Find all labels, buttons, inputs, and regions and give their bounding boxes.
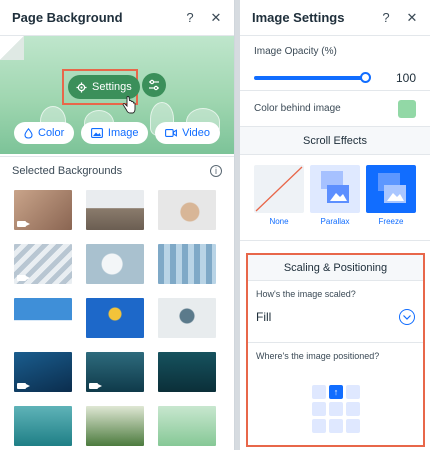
background-type-buttons: Color Image Video xyxy=(0,122,234,144)
opacity-section: Image Opacity (%) 100 xyxy=(240,36,430,91)
background-thumbnail[interactable] xyxy=(86,298,144,338)
background-thumbnail[interactable] xyxy=(86,244,144,284)
background-thumbnail[interactable] xyxy=(158,190,216,230)
color-behind-row: Color behind image xyxy=(240,91,430,127)
position-top-right[interactable] xyxy=(346,385,360,399)
effect-parallax-label: Parallax xyxy=(320,217,350,226)
position-bottom-right[interactable] xyxy=(346,419,360,433)
opacity-label: Image Opacity (%) xyxy=(254,46,337,57)
close-icon[interactable]: ✕ xyxy=(210,10,222,26)
position-middle-left[interactable] xyxy=(312,402,326,416)
position-bottom-left[interactable] xyxy=(312,419,326,433)
opacity-value[interactable]: 100 xyxy=(396,71,416,85)
color-behind-label: Color behind image xyxy=(254,103,341,114)
opacity-slider[interactable] xyxy=(254,72,371,83)
background-thumbnail[interactable] xyxy=(14,406,72,446)
droplet-icon xyxy=(24,127,33,139)
info-icon[interactable]: i xyxy=(210,164,222,177)
video-icon xyxy=(17,221,30,227)
background-thumbnail[interactable] xyxy=(14,298,72,338)
position-top-center[interactable]: ↑ xyxy=(329,385,343,399)
image-button-label: Image xyxy=(107,127,139,139)
freeze-icon xyxy=(378,173,406,203)
page-background-panel: Page Background ? ✕ Settings Color Image… xyxy=(0,0,235,450)
background-thumbnail[interactable] xyxy=(14,190,72,230)
background-thumbnail[interactable] xyxy=(158,244,216,284)
effect-parallax-thumbnail xyxy=(310,165,360,213)
settings-label: Settings xyxy=(92,81,132,93)
background-thumbnail[interactable] xyxy=(86,352,144,392)
editor-root: Page Background ? ✕ Settings Color Image… xyxy=(0,0,430,450)
color-button[interactable]: Color xyxy=(14,122,75,144)
video-button-label: Video xyxy=(182,127,210,139)
effect-freeze[interactable]: Freeze xyxy=(366,165,416,240)
scale-question: How's the image scaled? xyxy=(256,289,356,299)
color-swatch[interactable] xyxy=(398,99,416,118)
page-corner-fold xyxy=(0,36,24,60)
video-camera-icon xyxy=(165,129,178,137)
position-middle-right[interactable] xyxy=(346,402,360,416)
help-icon[interactable]: ? xyxy=(380,10,392,25)
help-icon[interactable]: ? xyxy=(184,10,196,25)
scale-value: Fill xyxy=(256,310,272,324)
video-icon xyxy=(17,275,30,281)
position-bottom-center[interactable] xyxy=(329,419,343,433)
effect-none[interactable]: None xyxy=(254,165,304,240)
image-icon xyxy=(90,128,103,138)
selected-backgrounds-title: Selected Backgrounds xyxy=(12,164,123,177)
scroll-effects-options: None Parallax Freeze xyxy=(240,155,430,241)
background-thumbnail[interactable] xyxy=(86,406,144,446)
adjust-button[interactable] xyxy=(142,73,166,97)
hand-cursor-icon xyxy=(122,96,136,114)
effect-none-thumbnail xyxy=(254,165,304,213)
color-button-label: Color xyxy=(38,127,65,139)
close-icon[interactable]: ✕ xyxy=(406,10,418,26)
scale-dropdown[interactable]: Fill xyxy=(256,309,415,325)
selected-backgrounds-header: Selected Backgrounds i xyxy=(0,156,234,184)
effect-parallax[interactable]: Parallax xyxy=(310,165,360,240)
effect-none-label: None xyxy=(269,217,289,226)
chevron-down-icon[interactable] xyxy=(399,309,415,325)
position-center[interactable] xyxy=(329,402,343,416)
image-button[interactable]: Image xyxy=(80,122,149,144)
effect-freeze-thumbnail xyxy=(366,165,416,213)
scaling-positioning-title: Scaling & Positioning xyxy=(248,255,423,281)
video-button[interactable]: Video xyxy=(155,122,220,144)
background-preview: Settings Color Image Video xyxy=(0,36,234,154)
effect-freeze-label: Freeze xyxy=(378,217,404,226)
background-thumbnail[interactable] xyxy=(86,190,144,230)
scaling-positioning-highlight: Scaling & Positioning How's the image sc… xyxy=(246,253,425,447)
no-effect-icon xyxy=(255,166,303,212)
opacity-slider-row: 100 xyxy=(254,71,416,85)
panel-title: Page Background xyxy=(12,10,123,25)
opacity-slider-handle[interactable] xyxy=(360,72,371,83)
background-thumbnail[interactable] xyxy=(14,352,72,392)
sliders-icon xyxy=(149,79,159,91)
parallax-icon xyxy=(321,171,349,203)
scroll-effects-title: Scroll Effects xyxy=(240,127,430,155)
image-settings-header: Image Settings ? ✕ xyxy=(240,0,430,36)
scale-section: How's the image scaled? Fill xyxy=(248,281,423,343)
gear-icon xyxy=(76,81,87,93)
backgrounds-grid xyxy=(14,190,222,446)
page-background-header: Page Background ? ✕ xyxy=(0,0,234,36)
position-top-left[interactable] xyxy=(312,385,326,399)
arrow-up-icon: ↑ xyxy=(333,387,339,397)
background-thumbnail[interactable] xyxy=(14,244,72,284)
video-icon xyxy=(17,383,30,389)
position-grid: ↑ xyxy=(312,385,360,433)
background-thumbnail[interactable] xyxy=(158,298,216,338)
background-thumbnail[interactable] xyxy=(158,352,216,392)
background-thumbnail[interactable] xyxy=(158,406,216,446)
video-icon xyxy=(89,383,102,389)
opacity-slider-fill xyxy=(254,76,366,80)
position-question: Where's the image positioned? xyxy=(256,351,380,361)
panel-title: Image Settings xyxy=(252,10,345,25)
